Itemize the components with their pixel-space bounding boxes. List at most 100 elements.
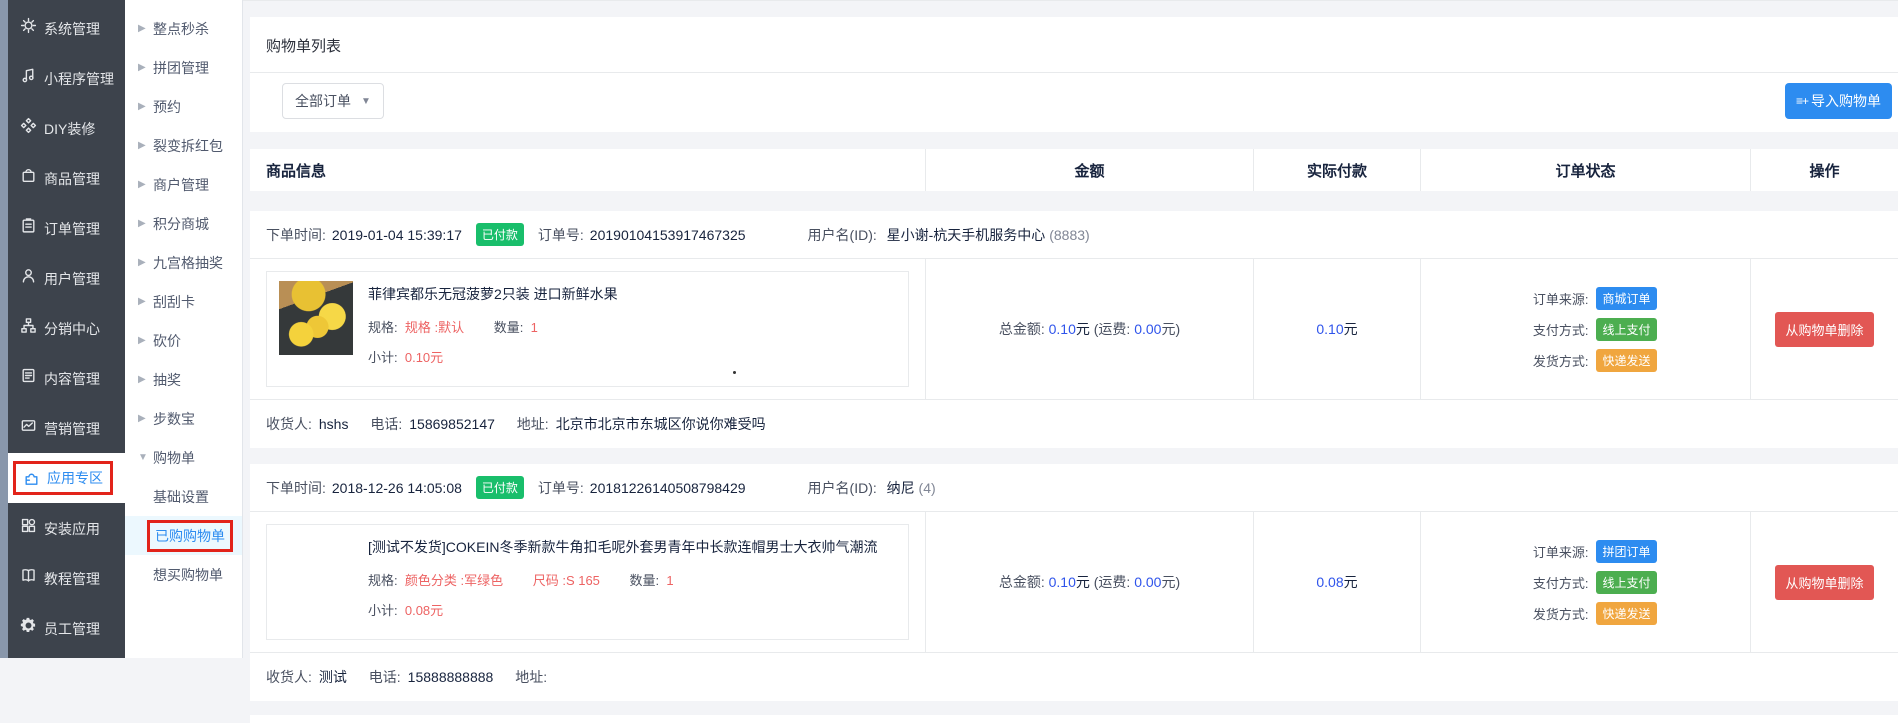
sidebar-item-apps-zone[interactable]: 应用专区 [8,453,125,503]
sidebar-item-label: 员工管理 [44,621,100,637]
order-amount-cell: 总金额: 0.10元 (运费: 0.00元) [925,259,1253,399]
submenu-item-label: 九宫格抽奖 [153,253,223,273]
chevron-down-icon: ▼ [361,96,371,107]
submenu-item-label: 积分商城 [153,214,209,234]
sidebar-item-goods[interactable]: 商品管理 [8,153,125,203]
order-paid-cell: 0.08元 [1253,512,1420,652]
submenu-item-lottery-grid[interactable]: ▶ 九宫格抽奖 [125,243,242,282]
col-header-action: 操作 [1750,149,1898,191]
submenu-item-label: 砍价 [153,331,181,351]
sidebar-item-marketing[interactable]: 营销管理 [8,403,125,453]
chevron-right-icon: ▶ [138,218,146,229]
order-user: 用户名(ID): 星小谢-杭天手机服务中心 (8883) [808,225,1090,245]
sidebar-item-distribution[interactable]: 分销中心 [8,303,125,353]
status-badge: 已付款 [476,223,524,246]
chevron-right-icon: ▶ [138,296,146,307]
puzzle-icon [23,470,40,487]
sidebar-scrollbar[interactable] [0,0,8,658]
book-icon [20,567,37,584]
import-shopping-list-button[interactable]: ≡+导入购物单 [1785,83,1892,119]
order-meta-row: 下单时间: 2019-01-04 15:39:17 已付款 订单号: 20190… [250,211,1898,259]
order-no: 20190104153917467325 [590,227,746,243]
main-sidebar: 系统管理小程序管理 DIY装修商品管理订单管理用户管理分销中心内容管理营销管理应用… [8,0,125,658]
submenu-item-shopping-list[interactable]: ▼购物单 [125,438,242,477]
app-layout: 系统管理小程序管理 DIY装修商品管理订单管理用户管理分销中心内容管理营销管理应用… [0,0,1898,658]
delete-from-list-button[interactable]: 从购物单删除 [1775,565,1873,600]
clipboard-icon [20,217,37,234]
pay-method-badge: 线上支付 [1596,571,1656,594]
product-subtotal: 小计: 0.10元 [368,347,618,366]
sidebar-item-label: 小程序管理 [44,71,114,87]
sidebar-item-label: 教程管理 [44,571,100,587]
product-subtotal: 小计: 0.08元 [368,600,877,619]
submenu-item-basic-settings[interactable]: 基础设置 [125,477,242,516]
main-area: 购物单列表 全部订单 ▼ ≡+导入购物单 商品信息 金额 实际付款 订单状态 [243,0,1898,658]
submenu-item-groupbuy[interactable]: ▶拼团管理 [125,48,242,87]
order-user: 用户名(ID): 纳尼 (4) [808,478,936,498]
sidebar-item-users[interactable]: 用户管理 [8,253,125,303]
chevron-right-icon: ▶ [138,101,146,112]
submenu-item-booking[interactable]: ▶ 预约 [125,87,242,126]
product-title: [测试不发货]COKEIN冬季新款牛角扣毛呢外套男青年中长款连帽男士大衣帅气潮流 [368,537,877,557]
submenu-item-points-mall[interactable]: ▶ 积分商城 [125,204,242,243]
order-amount-cell: 总金额: 0.10元 (运费: 0.00元) [925,512,1253,652]
sidebar-item-label: 安装应用 [44,521,100,537]
order-card: 下单时间: 2019-01-04 15:39:17 已付款 订单号: 20190… [250,211,1898,448]
import-list-icon: ≡+ [1796,94,1808,108]
submenu-item-label: 整点秒杀 [153,19,209,39]
submenu-item-merchant[interactable]: ▶商户管理 [125,165,242,204]
secondary-sidebar: ▶整点秒杀▶拼团管理▶预约▶裂变拆红包▶商户管理▶积分商城▶九宫格抽奖▶刮刮卡▶… [125,0,243,658]
next-order-card-partial [250,715,1898,723]
ship-method-badge: 快递发送 [1596,349,1656,372]
pineapple-product-image [279,281,353,355]
org-chart-icon [20,317,37,334]
order-meta-row: 下单时间: 2018-12-26 14:05:08 已付款 订单号: 20181… [250,464,1898,512]
content-area: 购物单列表 全部订单 ▼ ≡+导入购物单 商品信息 金额 实际付款 订单状态 [243,1,1898,723]
annotation-red-box: 应用专区 [13,461,113,495]
cursor-dot [733,371,736,374]
sidebar-item-orders[interactable]: 订单管理 [8,203,125,253]
sidebar-item-label: DIY装修 [44,121,95,137]
order-body-row: [测试不发货]COKEIN冬季新款牛角扣毛呢外套男青年中长款连帽男士大衣帅气潮流… [250,512,1898,652]
order-source-badge: 商城订单 [1596,287,1656,310]
order-no: 20181226140508798429 [590,480,746,496]
submenu-item-label: 预约 [153,97,181,117]
delete-from-list-button[interactable]: 从购物单删除 [1775,312,1873,347]
submenu-item-steps[interactable]: ▶步数宝 [125,399,242,438]
col-header-product: 商品信息 [250,160,925,181]
submenu-item-seckill[interactable]: ▶整点秒杀 [125,9,242,48]
col-header-status: 订单状态 [1420,149,1750,191]
sidebar-item-label: 营销管理 [44,421,100,437]
page-title: 购物单列表 [250,17,1898,73]
order-filter-dropdown[interactable]: 全部订单 ▼ [282,83,384,119]
sidebar-item-tutorial[interactable]: 教程管理 [8,553,125,603]
order-time-label: 下单时间: [266,478,326,498]
table-header-row: 商品信息 金额 实际付款 订单状态 操作 [250,149,1898,191]
submenu-item-label: 抽奖 [153,370,181,390]
submenu-item-bargain[interactable]: ▶砍价 [125,321,242,360]
sidebar-item-label: 内容管理 [44,371,100,387]
chevron-right-icon: ▶ [138,374,146,385]
submenu-item-label: 想买购物单 [153,565,223,585]
product-box: [测试不发货]COKEIN冬季新款牛角扣毛呢外套男青年中长款连帽男士大衣帅气潮流… [266,524,909,640]
sidebar-item-system[interactable]: 系统管理 [8,3,125,53]
order-action-cell: 从购物单删除 [1750,259,1898,399]
sidebar-item-diy[interactable]: DIY装修 [8,103,125,153]
submenu-item-wishlist[interactable]: 想买购物单 [125,555,242,594]
submenu-item-redpacket[interactable]: ▶裂变拆红包 [125,126,242,165]
submenu-item-label: 已购购物单 [147,520,233,552]
submenu-item-scratch-card[interactable]: ▶ 刮刮卡 [125,282,242,321]
submenu-item-lottery[interactable]: ▶ 抽奖 [125,360,242,399]
submenu-item-purchased-list[interactable]: 已购购物单 [125,516,242,555]
sidebar-item-install[interactable]: 安装应用 [8,503,125,553]
sidebar-item-content[interactable]: 内容管理 [8,353,125,403]
sidebar-item-label: 用户管理 [44,271,100,287]
coat-product-image [279,534,353,608]
sidebar-item-miniprogram[interactable]: 小程序管理 [8,53,125,103]
grid-icon [20,517,37,534]
sidebar-item-staff[interactable]: 员工管理 [8,603,125,653]
submenu-item-label: 基础设置 [153,487,209,507]
chevron-right-icon: ▶ [138,257,146,268]
submenu-item-label: 刮刮卡 [153,292,195,312]
order-address-row: 收货人:测试 电话:15888888888 地址: [250,652,1898,701]
